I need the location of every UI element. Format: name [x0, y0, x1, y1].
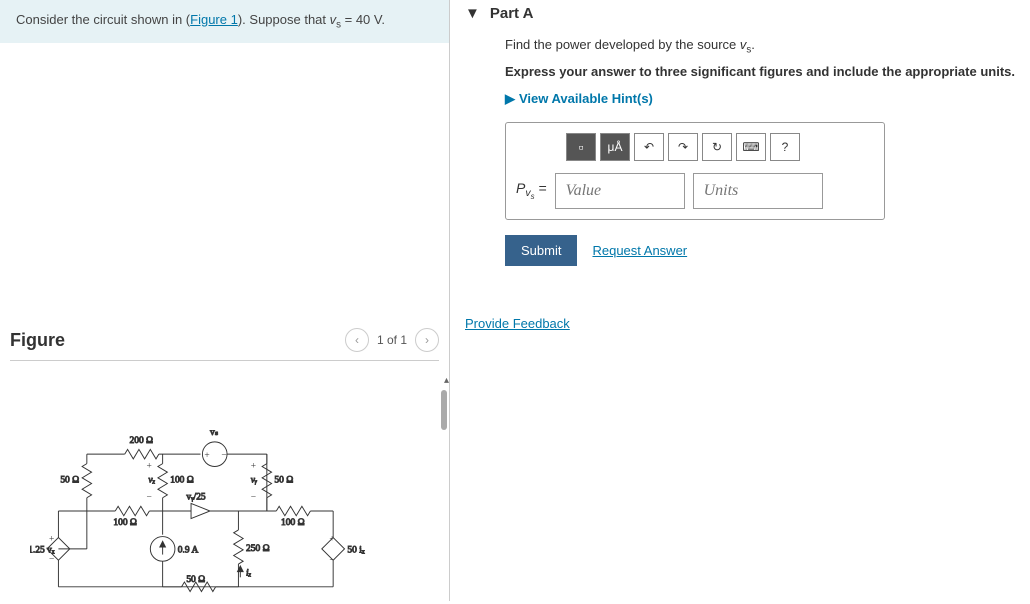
part-header: ▼ Part A [465, 0, 1015, 37]
input-row: Pvs = [516, 173, 874, 209]
figure-nav: ‹ 1 of 1 › [345, 328, 439, 352]
svg-text:−: − [329, 556, 334, 566]
svg-text:50 iₓ: 50 iₓ [347, 546, 364, 556]
svg-text:−: − [147, 493, 152, 503]
figure-title: Figure [10, 330, 65, 351]
svg-text:100 Ω: 100 Ω [113, 518, 137, 528]
figure-counter: 1 of 1 [377, 333, 407, 347]
svg-text:−: − [251, 493, 256, 503]
value-input[interactable] [555, 173, 685, 209]
svg-text:vₛ: vₛ [210, 428, 218, 438]
help-button[interactable]: ? [770, 133, 800, 161]
svg-text:+: + [251, 461, 256, 471]
svg-text:iₓ: iₓ [246, 568, 252, 578]
submit-row: Submit Request Answer [505, 235, 1015, 266]
redo-button[interactable]: ↷ [668, 133, 698, 161]
figure-section: Figure ‹ 1 of 1 › 200 Ω vₛ + − [0, 320, 449, 601]
svg-text:−: − [49, 555, 54, 565]
instruction-text: Express your answer to three significant… [505, 64, 1015, 79]
answer-variable-label: Pvs = [516, 180, 547, 202]
svg-text:0.9 A: 0.9 A [178, 546, 199, 556]
answer-toolbar: ▫ μÅ ↶ ↷ ↻ ⌨ ? [516, 133, 874, 161]
answer-box: ▫ μÅ ↶ ↷ ↻ ⌨ ? Pvs = [505, 122, 885, 220]
svg-text:+: + [204, 451, 209, 461]
part-body: Find the power developed by the source v… [465, 37, 1015, 266]
svg-text:50 Ω: 50 Ω [60, 476, 79, 486]
fraction-tool-button[interactable]: ▫ [566, 133, 596, 161]
svg-text:100 Ω: 100 Ω [281, 518, 305, 528]
problem-value: = 40 V. [341, 12, 385, 27]
svg-text:vᵧ: vᵧ [251, 476, 258, 486]
provide-feedback-link[interactable]: Provide Feedback [465, 316, 570, 331]
svg-text:vᵧ/25: vᵧ/25 [186, 493, 206, 503]
figure-header: Figure ‹ 1 of 1 › [10, 320, 439, 361]
right-panel: ▼ Part A Find the power developed by the… [450, 0, 1030, 601]
svg-text:50 Ω: 50 Ω [274, 476, 293, 486]
collapse-icon[interactable]: ▼ [465, 5, 480, 22]
keyboard-button[interactable]: ⌨ [736, 133, 766, 161]
svg-text:−: − [221, 451, 226, 461]
request-answer-link[interactable]: Request Answer [592, 243, 687, 258]
svg-text:250 Ω: 250 Ω [246, 544, 270, 554]
play-icon: ▶ [505, 91, 515, 107]
svg-text:+: + [49, 534, 54, 544]
next-figure-button[interactable]: › [415, 328, 439, 352]
submit-button[interactable]: Submit [505, 235, 577, 266]
figure-link[interactable]: Figure 1 [190, 12, 238, 27]
part-label: Part A [490, 5, 534, 22]
prev-figure-button[interactable]: ‹ [345, 328, 369, 352]
left-panel: Consider the circuit shown in (Figure 1)… [0, 0, 450, 601]
svg-text:200 Ω: 200 Ω [129, 436, 153, 446]
svg-text:1.25 vₓ: 1.25 vₓ [30, 546, 55, 556]
undo-button[interactable]: ↶ [634, 133, 664, 161]
svg-text:+: + [147, 461, 152, 471]
units-tool-button[interactable]: μÅ [600, 133, 630, 161]
circuit-diagram: 200 Ω vₛ + − 50 Ω 100 Ω + vₓ − [10, 391, 439, 591]
problem-suffix: ). Suppose that [238, 12, 330, 27]
units-input[interactable] [693, 173, 823, 209]
svg-text:+: + [329, 534, 334, 544]
question-text: Find the power developed by the source v… [505, 37, 1015, 56]
svg-text:vₓ: vₓ [148, 476, 155, 486]
view-hints-link[interactable]: ▶ View Available Hint(s) [505, 91, 1015, 107]
problem-statement: Consider the circuit shown in (Figure 1)… [0, 0, 449, 43]
svg-text:50 Ω: 50 Ω [186, 575, 205, 585]
svg-text:100 Ω: 100 Ω [170, 476, 194, 486]
problem-prefix: Consider the circuit shown in ( [16, 12, 190, 27]
reset-button[interactable]: ↻ [702, 133, 732, 161]
